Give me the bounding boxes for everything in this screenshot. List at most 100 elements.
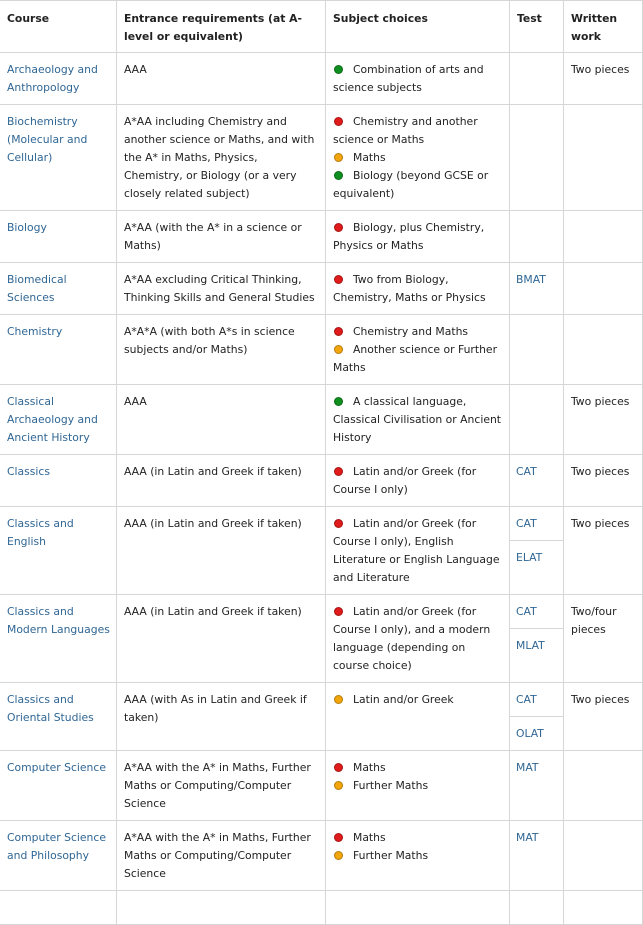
amber-dot-icon — [334, 345, 343, 354]
header-course: Course — [0, 0, 117, 53]
course-link[interactable]: Classical Archaeology and Ancient Histor… — [7, 395, 98, 444]
subject-choices-cell: Latin and/or Greek (for Course I only) — [325, 454, 510, 507]
test-cell: MAT — [509, 820, 564, 891]
course-link[interactable]: Biology — [7, 221, 47, 234]
course-link[interactable]: Classics and Modern Languages — [7, 605, 110, 636]
test-link[interactable]: OLAT — [510, 717, 563, 750]
subject-choice-text: Latin and/or Greek (for Course I only), … — [333, 605, 491, 672]
table-body: Archaeology and Anthropology AAA Combinati… — [0, 52, 643, 925]
subject-choice: Maths — [333, 149, 503, 167]
test-link[interactable]: BMAT — [510, 263, 563, 296]
course-cell: Classics — [0, 454, 117, 507]
subject-choice-text: Another science or Further Maths — [333, 343, 498, 374]
red-dot-icon — [334, 117, 343, 126]
subject-choices-cell: Chemistry and another science or Maths Ma… — [325, 104, 510, 211]
test-link[interactable]: CAT — [510, 595, 563, 629]
table-row: Archaeology and Anthropology AAA Combinati… — [0, 52, 643, 105]
course-link[interactable]: Classics and English — [7, 517, 74, 548]
red-dot-icon — [334, 763, 343, 772]
written-work-cell: Two pieces — [563, 506, 643, 595]
subject-choice: A classical language, Classical Civilisa… — [333, 393, 503, 447]
red-dot-icon — [334, 607, 343, 616]
course-link[interactable]: Biomedical Sciences — [7, 273, 67, 304]
course-link[interactable]: Biochemistry (Molecular and Cellular) — [7, 115, 87, 164]
test-link[interactable]: CAT — [510, 455, 563, 488]
course-link[interactable]: Computer Science and Philosophy — [7, 831, 106, 862]
test-cell — [509, 384, 564, 455]
green-dot-icon — [334, 397, 343, 406]
subject-choice: Another science or Further Maths — [333, 341, 503, 377]
header-written-work: Written work — [563, 0, 643, 53]
written-work-cell: Two/four pieces — [563, 594, 643, 683]
entrance-requirements-cell: AAA — [116, 52, 326, 105]
entrance-requirements-cell: AAA (with As in Latin and Greek if taken… — [116, 682, 326, 751]
test-link[interactable]: MAT — [510, 821, 563, 854]
subject-choices-cell: A classical language, Classical Civilisa… — [325, 384, 510, 455]
subject-choice: Chemistry and another science or Maths — [333, 113, 503, 149]
written-work-cell — [563, 262, 643, 315]
written-work-cell — [563, 750, 643, 821]
written-work-cell — [563, 820, 643, 891]
subject-choices-cell: Latin and/or Greek (for Course I only), … — [325, 594, 510, 683]
course-link[interactable]: Classics — [7, 465, 50, 478]
test-cell: BMAT — [509, 262, 564, 315]
course-cell: Computer Science and Philosophy — [0, 820, 117, 891]
entrance-requirements-cell: A*AA including Chemistry and another sci… — [116, 104, 326, 211]
test-link[interactable]: CAT — [510, 683, 563, 717]
written-work-cell — [563, 104, 643, 211]
table-row: Computer Science A*AA with the A* in Math… — [0, 750, 643, 821]
table-row: Chemistry A*A*A (with both A*s in science… — [0, 314, 643, 385]
course-cell: Archaeology and Anthropology — [0, 52, 117, 105]
test-cell — [509, 210, 564, 263]
course-link[interactable]: Archaeology and Anthropology — [7, 63, 98, 94]
test-cell: CAT ELAT — [509, 506, 564, 595]
red-dot-icon — [334, 467, 343, 476]
table-row: Biomedical Sciences A*AA excluding Critic… — [0, 262, 643, 315]
entrance-requirements-cell: AAA (in Latin and Greek if taken) — [116, 454, 326, 507]
course-cell: Biology — [0, 210, 117, 263]
course-link[interactable]: Classics and Oriental Studies — [7, 693, 94, 724]
subject-choice-text: Latin and/or Greek — [353, 693, 454, 706]
entrance-requirements-cell: A*AA (with the A* in a science or Maths) — [116, 210, 326, 263]
test-link[interactable]: ELAT — [510, 541, 563, 574]
subject-choice-text: Biology (beyond GCSE or equivalent) — [333, 169, 489, 200]
entrance-requirements-cell — [116, 890, 326, 925]
subject-choice: Latin and/or Greek (for Course I only), … — [333, 603, 503, 675]
written-work-cell: Two pieces — [563, 384, 643, 455]
course-cell: Classics and English — [0, 506, 117, 595]
subject-choice: Biology, plus Chemistry, Physics or Math… — [333, 219, 503, 255]
table-row: Biochemistry (Molecular and Cellular) A*A… — [0, 104, 643, 211]
entrance-requirements-cell: AAA — [116, 384, 326, 455]
course-cell: Computer Science — [0, 750, 117, 821]
course-link[interactable]: Computer Science — [7, 761, 106, 774]
subject-choice: Biology (beyond GCSE or equivalent) — [333, 167, 503, 203]
table-row: Classics and English AAA (in Latin and Gr… — [0, 506, 643, 595]
test-link[interactable]: CAT — [510, 507, 563, 541]
subject-choices-cell: Latin and/or Greek — [325, 682, 510, 751]
subject-choice-text: Maths — [353, 761, 386, 774]
test-cell: CAT OLAT — [509, 682, 564, 751]
subject-choice: Latin and/or Greek (for Course I only) — [333, 463, 503, 499]
header-test: Test — [509, 0, 564, 53]
red-dot-icon — [334, 275, 343, 284]
entrance-requirements-cell: AAA (in Latin and Greek if taken) — [116, 594, 326, 683]
course-link[interactable]: Chemistry — [7, 325, 62, 338]
table-row: Classics and Oriental Studies AAA (with A… — [0, 682, 643, 751]
subject-choice: Combination of arts and science subjects — [333, 61, 503, 97]
test-cell — [509, 52, 564, 105]
written-work-cell — [563, 210, 643, 263]
red-dot-icon — [334, 223, 343, 232]
red-dot-icon — [334, 519, 343, 528]
written-work-cell: Two pieces — [563, 682, 643, 751]
subject-choice: Latin and/or Greek (for Course I only), … — [333, 515, 503, 587]
green-dot-icon — [334, 171, 343, 180]
test-link[interactable]: MLAT — [510, 629, 563, 662]
subject-choice-text: Latin and/or Greek (for Course I only), … — [333, 517, 500, 584]
table-row: Classical Archaeology and Ancient Histor… — [0, 384, 643, 455]
courses-table: Course Entrance requirements (at A-level… — [0, 0, 643, 925]
subject-choices-cell — [325, 890, 510, 925]
subject-choices-cell: Maths Further Maths — [325, 820, 510, 891]
subject-choice-text: Latin and/or Greek (for Course I only) — [333, 465, 477, 496]
test-link[interactable]: MAT — [510, 751, 563, 784]
subject-choice-text: Chemistry and Maths — [353, 325, 469, 338]
